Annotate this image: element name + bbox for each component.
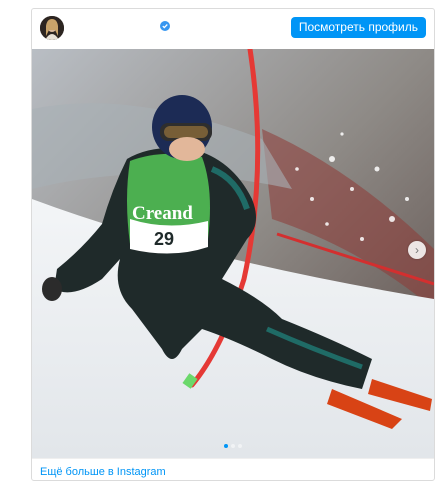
next-slide-button[interactable]: › [408, 241, 426, 259]
avatar[interactable] [40, 16, 64, 40]
chevron-right-icon: › [415, 243, 419, 257]
carousel-dot [231, 444, 235, 448]
instagram-embed-card: Посмотреть профиль Creand 29 › Ещё больш… [31, 8, 435, 481]
bib-sponsor-text: Creand [132, 203, 193, 224]
post-header: Посмотреть профиль [32, 9, 434, 49]
post-footer: Ещё больше в Instagram [32, 458, 434, 480]
more-on-instagram-link[interactable]: Ещё больше в Instagram [40, 466, 166, 478]
bib-number-text: 29 [154, 229, 174, 249]
skier-photo: Creand 29 [32, 49, 434, 458]
carousel-dot [238, 444, 242, 448]
post-photo[interactable]: Creand 29 › [32, 49, 434, 458]
carousel-dots [32, 444, 434, 448]
avatar-image [40, 16, 64, 40]
username[interactable] [78, 21, 148, 33]
verified-badge-icon [160, 18, 170, 31]
view-profile-button[interactable]: Посмотреть профиль [290, 17, 426, 38]
carousel-dot [224, 444, 228, 448]
